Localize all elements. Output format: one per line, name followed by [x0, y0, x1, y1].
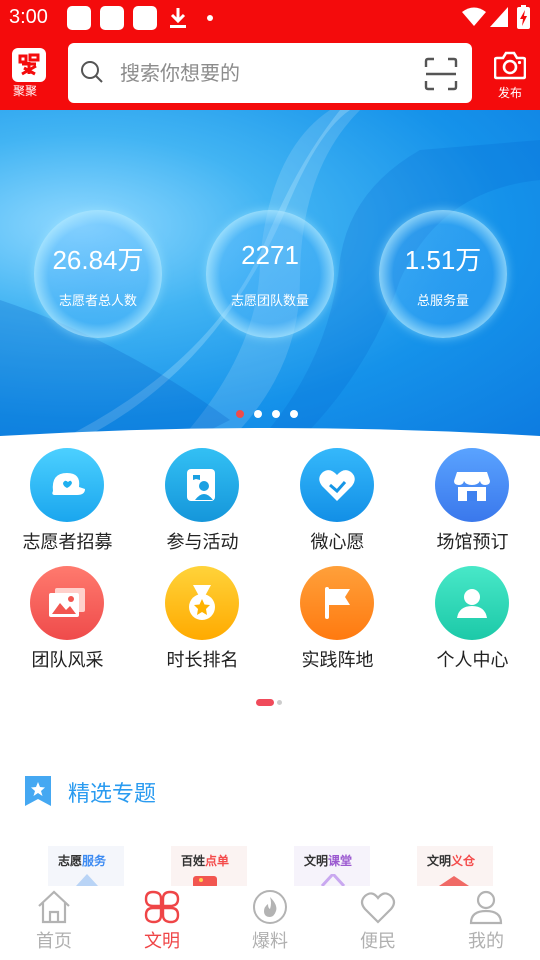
- app-logo[interactable]: [12, 48, 46, 82]
- publish-button[interactable]: 发布: [488, 50, 532, 106]
- topic-title: 志愿服务: [58, 854, 107, 868]
- stat-value: 1.51万: [404, 245, 482, 275]
- status-bar: 3:00: [0, 0, 540, 36]
- notification-icon: [67, 6, 91, 30]
- flag-icon: [300, 566, 374, 640]
- topic-title: 文明义仓: [427, 854, 476, 868]
- stat-value: 26.84万: [52, 245, 144, 275]
- publish-label: 发布: [497, 86, 522, 100]
- download-icon: [170, 8, 186, 28]
- flame-icon: [253, 890, 287, 924]
- grid-label: 团队风采: [31, 650, 104, 671]
- nav-label: 我的: [468, 931, 504, 952]
- grid-item-personal-center[interactable]: 个人中心: [405, 564, 540, 674]
- dot-icon: [207, 15, 213, 21]
- camera-icon: [493, 51, 527, 80]
- carousel-dot[interactable]: [290, 410, 298, 418]
- activity-icon: [165, 448, 239, 522]
- grid-item-team-showcase[interactable]: 团队风采: [0, 564, 135, 674]
- cap-icon: [30, 448, 104, 522]
- logo-icon: [18, 53, 40, 76]
- notification-icon: [133, 6, 157, 30]
- nav-item-report[interactable]: 爆料: [216, 886, 324, 960]
- wifi-icon: [462, 7, 486, 26]
- topic-title: 文明课堂: [304, 854, 353, 868]
- signal-icon: [490, 7, 508, 27]
- page-indicator-dot: [277, 700, 282, 705]
- nav-label: 文明: [144, 931, 180, 952]
- page-indicator-active: [256, 699, 274, 706]
- grid-label: 场馆预订: [436, 532, 509, 553]
- search-icon: [81, 61, 103, 83]
- topic-card-volunteer-service[interactable]: 志愿服务: [48, 846, 124, 886]
- user-icon: [469, 890, 503, 925]
- stat-label: 志愿团队数量: [230, 294, 309, 309]
- stat-label: 总服务量: [416, 294, 469, 309]
- grid-item-venue-booking[interactable]: 场馆预订: [405, 446, 540, 556]
- medal-icon: [165, 566, 239, 640]
- nav-item-home[interactable]: 首页: [0, 886, 108, 960]
- nav-item-mine[interactable]: 我的: [432, 886, 540, 960]
- search-bar[interactable]: [68, 43, 472, 103]
- stat-bubble-services: 1.51万 总服务量: [379, 210, 507, 338]
- topic-card-people-order[interactable]: 百姓点单: [171, 846, 247, 886]
- grid-item-micro-wish[interactable]: 微心愿: [270, 446, 405, 556]
- logo-label: 聚聚: [13, 84, 38, 98]
- grid-item-join-activity[interactable]: 参与活动: [135, 446, 270, 556]
- person-icon: [435, 566, 509, 640]
- home-icon: [38, 890, 70, 924]
- grid-item-practice-base[interactable]: 实践阵地: [270, 564, 405, 674]
- status-time: 3:00: [9, 6, 48, 28]
- grid-label: 个人中心: [436, 650, 509, 671]
- topic-card-civilization-warehouse[interactable]: 文明义仓: [417, 846, 493, 886]
- carousel-dot-active[interactable]: [236, 410, 244, 418]
- carousel-dot[interactable]: [272, 410, 280, 418]
- banner-carousel[interactable]: 26.84万 志愿者总人数 2271 志愿团队数量 1.51万 总服务量: [0, 110, 540, 440]
- heart-icon: [360, 892, 396, 924]
- notification-icon: [100, 6, 124, 30]
- grid-label: 时长排名: [166, 650, 239, 671]
- bookmark-star-icon: [25, 776, 51, 806]
- heart-hand-icon: [300, 448, 374, 522]
- carousel-dots: [236, 410, 298, 418]
- header: 聚聚 发布: [0, 36, 540, 110]
- grid-item-volunteer-recruit[interactable]: 志愿者招募: [0, 446, 135, 556]
- nav-item-convenience[interactable]: 便民: [324, 886, 432, 960]
- clover-icon: [144, 890, 180, 924]
- store-icon: [435, 448, 509, 522]
- nav-item-civilization[interactable]: 文明: [108, 886, 216, 960]
- topic-card-civilization-class[interactable]: 文明课堂: [294, 846, 370, 886]
- grid-item-hours-ranking[interactable]: 时长排名: [135, 564, 270, 674]
- stat-bubble-teams: 2271 志愿团队数量: [206, 210, 334, 338]
- nav-label: 首页: [36, 931, 72, 952]
- grid-label: 实践阵地: [301, 650, 374, 671]
- stat-label: 志愿者总人数: [58, 294, 137, 309]
- search-input[interactable]: [120, 43, 410, 103]
- topic-title: 百姓点单: [181, 854, 230, 868]
- carousel-dot[interactable]: [254, 410, 262, 418]
- stat-value: 2271: [241, 240, 299, 270]
- grid-label: 志愿者招募: [22, 532, 113, 553]
- photo-icon: [30, 566, 104, 640]
- nav-label: 爆料: [252, 931, 288, 952]
- scan-icon[interactable]: [424, 57, 458, 91]
- grid-label: 参与活动: [166, 532, 239, 553]
- battery-icon: [517, 5, 530, 29]
- grid-page-indicator: [256, 699, 286, 707]
- section-title: 精选专题: [68, 782, 157, 807]
- stat-bubble-volunteers: 26.84万 志愿者总人数: [34, 210, 162, 338]
- bottom-nav: 首页 文明 爆料 便民 我的: [0, 886, 540, 960]
- nav-label: 便民: [360, 931, 396, 952]
- grid-label: 微心愿: [310, 532, 365, 553]
